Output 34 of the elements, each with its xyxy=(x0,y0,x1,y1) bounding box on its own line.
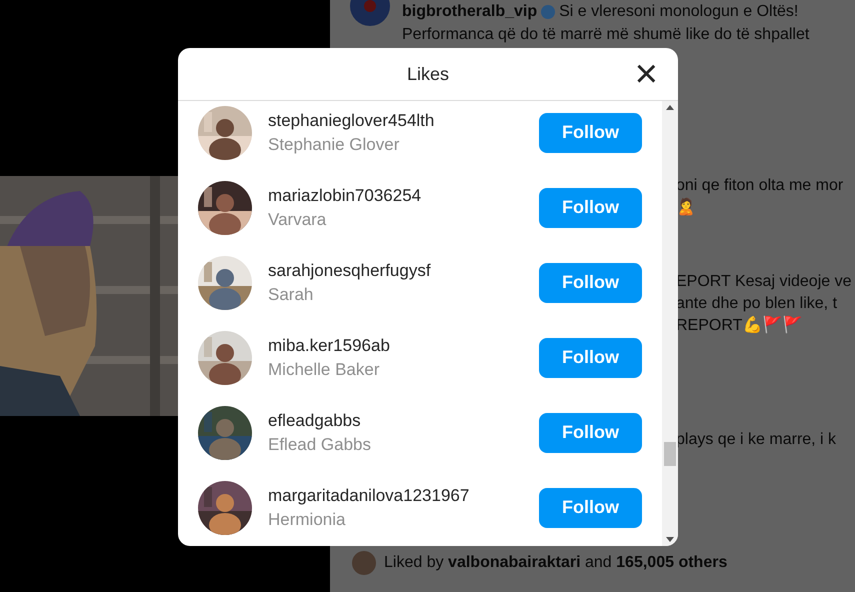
dialog-title: Likes xyxy=(406,62,450,86)
avatar-icon xyxy=(352,551,376,575)
username-link[interactable]: stephanieglover454lth xyxy=(268,108,523,132)
author-link[interactable]: bigbrotheralb_vip xyxy=(402,2,538,22)
close-button[interactable]: × xyxy=(634,56,658,92)
username-link[interactable]: mariazlobin7036254 xyxy=(268,184,523,208)
scroll-up-icon[interactable] xyxy=(666,105,674,110)
caption-text: Si e vleresoni monologun e Oltës! xyxy=(559,2,798,22)
comment-text: 🙎 xyxy=(676,197,697,218)
comment-text: REPORT💪🚩🚩 xyxy=(676,315,804,336)
comment-text: ante dhe po blen like, t xyxy=(676,294,838,314)
full-name: Varvara xyxy=(268,208,328,230)
username-link[interactable]: sarahjonesqherfugysf xyxy=(268,258,523,282)
full-name: Hermionia xyxy=(268,508,346,530)
username-link[interactable]: miba.ker1596ab xyxy=(268,334,523,358)
follow-button[interactable]: Follow xyxy=(539,112,642,152)
follow-button[interactable]: Follow xyxy=(539,262,642,302)
follow-button[interactable]: Follow xyxy=(539,188,642,228)
follow-button[interactable]: Follow xyxy=(539,412,642,452)
username-link[interactable]: efleadgabbs xyxy=(268,408,523,432)
full-name: Sarah xyxy=(268,284,314,306)
follow-button[interactable]: Follow xyxy=(539,338,642,378)
scrollbar[interactable] xyxy=(662,101,678,546)
full-name: Eflead Gabbs xyxy=(268,434,372,456)
user-link[interactable]: valbonabairaktari xyxy=(448,554,581,571)
likes-text: Liked by valbonabairaktari and 165,005 others xyxy=(384,553,728,573)
full-name: Michelle Baker xyxy=(268,358,380,380)
scroll-thumb[interactable] xyxy=(664,442,676,466)
comment-text: EPORT Kesaj videoje ve xyxy=(676,272,852,292)
full-name: Stephanie Glover xyxy=(268,134,400,156)
scroll-down-icon[interactable] xyxy=(666,537,674,542)
username-link[interactable]: margaritadanilova1231967 xyxy=(268,484,523,508)
caption-text: Performanca që do të marrë më shumë like do të shpallet xyxy=(402,25,810,45)
follow-button[interactable]: Follow xyxy=(539,488,642,528)
